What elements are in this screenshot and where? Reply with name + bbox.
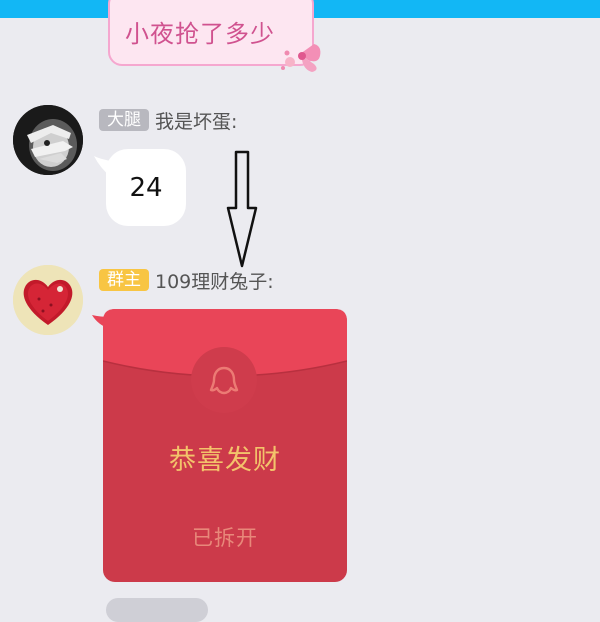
avatar-image-icon bbox=[13, 105, 83, 175]
member-role-badge: 大腿 bbox=[99, 109, 149, 131]
sender-name[interactable]: 我是坏蛋: bbox=[155, 107, 237, 134]
red-packet-status: 已拆开 bbox=[192, 526, 258, 550]
sender-line: 大腿 我是坏蛋: bbox=[99, 107, 237, 134]
message-text: 小夜抢了多少 bbox=[125, 20, 275, 48]
avatar[interactable] bbox=[13, 105, 83, 175]
down-arrow-icon bbox=[226, 150, 258, 268]
red-packet-title: 恭喜发财 bbox=[169, 445, 281, 476]
group-owner-badge: 群主 bbox=[99, 269, 149, 291]
sender-line: 群主 109理财兔子: bbox=[99, 267, 274, 294]
avatar[interactable] bbox=[13, 265, 83, 335]
sender-name[interactable]: 109理财兔子: bbox=[155, 267, 274, 294]
timestamp-pill bbox=[106, 598, 208, 622]
bow-decoration-icon bbox=[281, 44, 321, 72]
heart-avatar-icon bbox=[13, 265, 83, 335]
qq-penguin-icon bbox=[191, 347, 257, 413]
message-text: 24 bbox=[129, 172, 163, 203]
